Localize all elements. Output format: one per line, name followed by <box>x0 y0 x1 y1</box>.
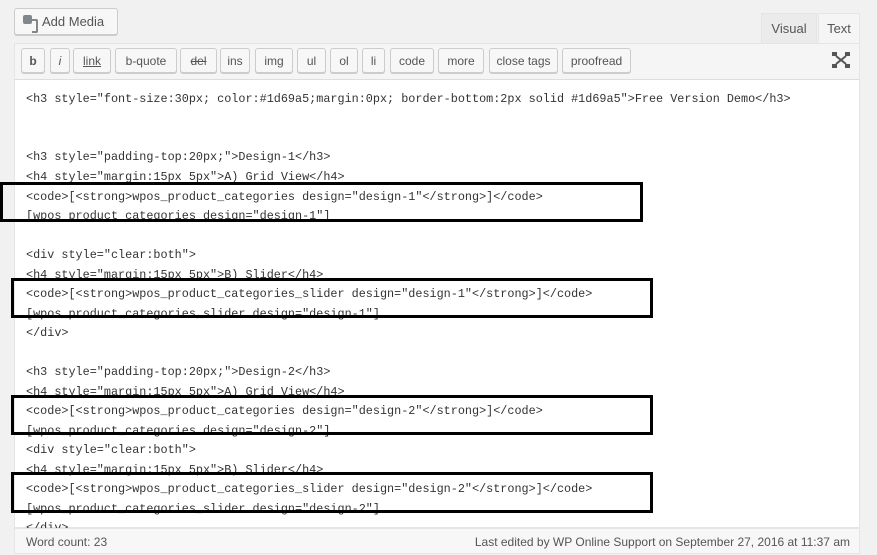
media-icon <box>23 14 38 33</box>
qt-button-ul[interactable]: ul <box>297 48 326 73</box>
add-media-label: Add Media <box>42 14 105 29</box>
code-line: <h3 style="padding-top:20px;">Design-1</… <box>26 150 331 164</box>
highlight-box <box>0 182 643 222</box>
code-line: <h3 style="padding-top:20px;">Design-2</… <box>26 365 331 379</box>
code-line: <div style="clear:both"> <box>26 443 196 457</box>
status-bar: Word count: 23 Last edited by WP Online … <box>14 528 860 554</box>
add-media-button[interactable]: Add Media <box>14 8 118 35</box>
qt-button-del[interactable]: del <box>180 48 217 73</box>
tab-text[interactable]: Text <box>818 13 860 43</box>
qt-button-b-quote[interactable]: b-quote <box>115 48 177 73</box>
qt-button-link[interactable]: link <box>73 48 111 73</box>
fullscreen-icon[interactable] <box>832 52 850 68</box>
tab-visual[interactable]: Visual <box>761 13 817 43</box>
qt-button-more[interactable]: more <box>438 48 484 73</box>
qt-button-proofread[interactable]: proofread <box>562 48 631 73</box>
code-line: </div> <box>26 326 69 340</box>
qt-button-img[interactable]: img <box>255 48 293 73</box>
code-line: <div style="clear:both"> <box>26 248 196 262</box>
highlight-box <box>11 395 653 435</box>
highlight-box <box>11 278 653 318</box>
last-edited: Last edited by WP Online Support on Sept… <box>474 535 850 549</box>
qt-button-close-tags[interactable]: close tags <box>489 48 558 73</box>
qt-button-code[interactable]: code <box>390 48 434 73</box>
qt-button-i[interactable]: i <box>50 48 70 73</box>
qt-button-ins[interactable]: ins <box>220 48 250 73</box>
highlight-box <box>11 472 653 513</box>
code-line: <h3 style="font-size:30px; color:#1d69a5… <box>26 92 791 106</box>
word-count: Word count: 23 <box>26 535 108 549</box>
qt-button-li[interactable]: li <box>362 48 385 73</box>
qt-button-b[interactable]: b <box>21 48 45 73</box>
qt-button-ol[interactable]: ol <box>330 48 358 73</box>
